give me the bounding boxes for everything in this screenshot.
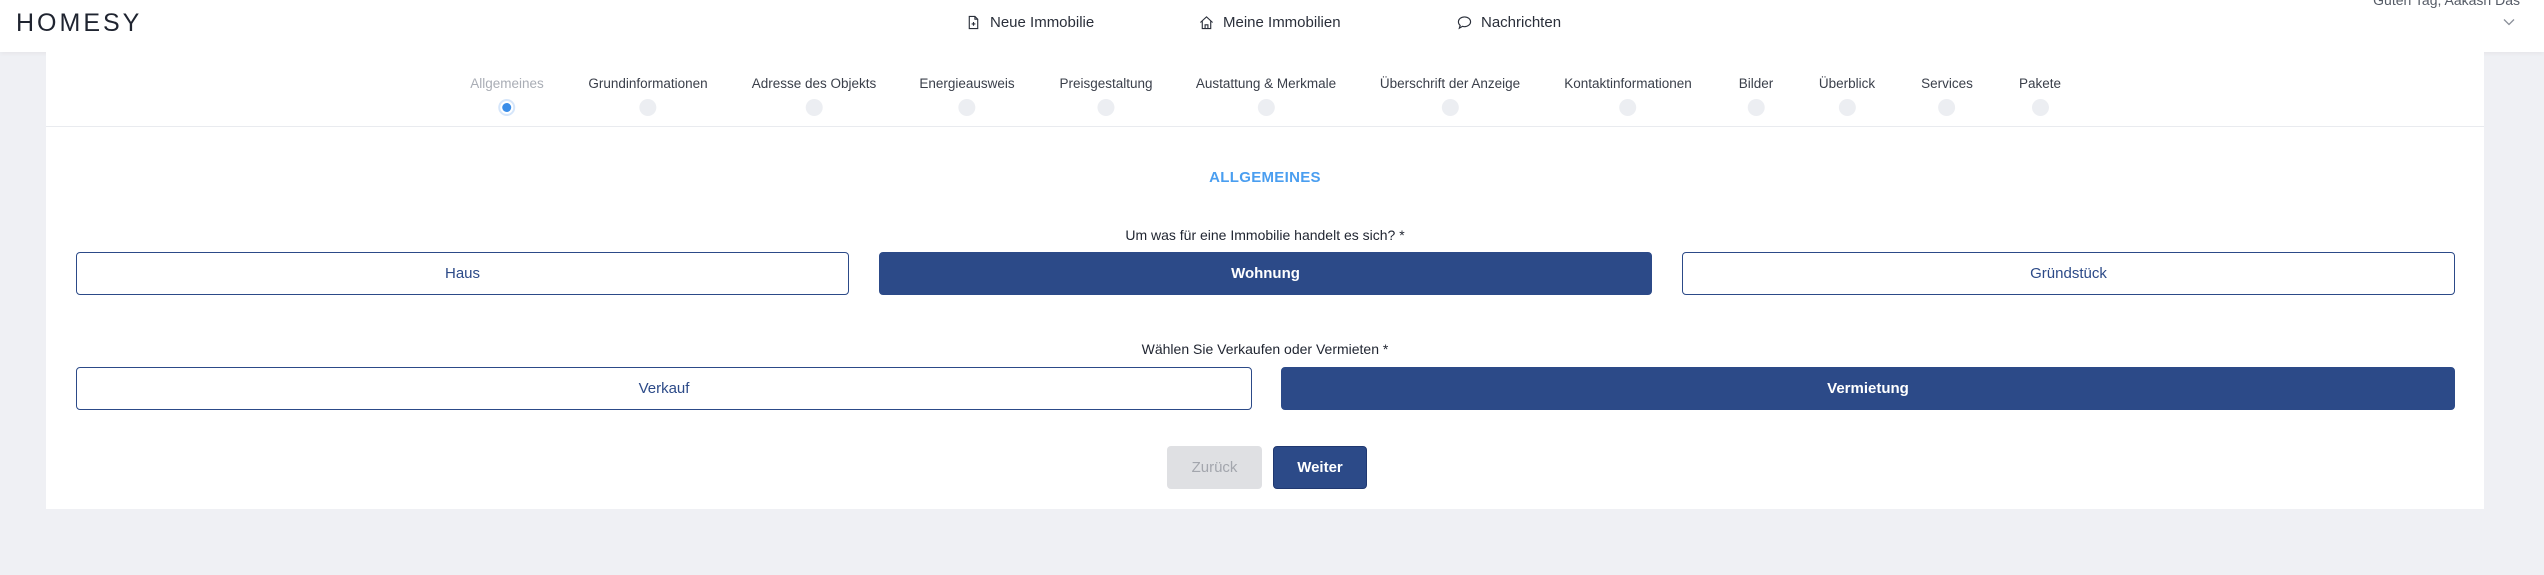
step-label: Kontaktinformationen — [1564, 76, 1692, 91]
step-label: Allgemeines — [470, 76, 544, 91]
main-nav: Neue Immobilie Meine Immobilien Nachrich… — [0, 14, 2544, 34]
step-preisgestaltung[interactable]: Preisgestaltung — [1059, 76, 1153, 116]
step-indicator — [1257, 99, 1275, 116]
step-kontaktinformationen[interactable]: Kontaktinformationen — [1564, 76, 1692, 116]
step-indicator — [1747, 99, 1765, 116]
next-button[interactable]: Weiter — [1273, 446, 1367, 489]
step-indicator — [1097, 99, 1115, 116]
step-label: Preisgestaltung — [1059, 76, 1153, 91]
user-greeting[interactable]: Guten Tag, Aakash Das — [2373, 0, 2520, 8]
step-indicator — [1619, 99, 1637, 116]
step-indicator — [1441, 99, 1459, 116]
option-vermietung[interactable]: Vermietung — [1281, 367, 2455, 410]
step-label: Bilder — [1738, 76, 1774, 91]
back-button[interactable]: Zurück — [1167, 446, 1262, 489]
step-indicator — [498, 99, 516, 116]
top-navigation-bar: HOMESY Neue Immobilie Meine Immobilien N… — [0, 0, 2544, 52]
step-label: Services — [1921, 76, 1973, 91]
step-label: Überblick — [1818, 76, 1876, 91]
step-indicator — [1838, 99, 1856, 116]
step-indicator — [2031, 99, 2049, 116]
stepper-divider — [46, 126, 2484, 127]
option-haus[interactable]: Haus — [76, 252, 849, 295]
nav-new-property-label: Neue Immobilie — [990, 14, 1095, 31]
step-label: Grundinformationen — [588, 76, 708, 91]
step-indicator — [1938, 99, 1956, 116]
option-wohnung[interactable]: Wohnung — [879, 252, 1652, 295]
step-indicator — [958, 99, 976, 116]
step-label: Überschrift der Anzeige — [1379, 76, 1521, 91]
option-grundstueck[interactable]: Gründstück — [1682, 252, 2455, 295]
section-title: ALLGEMEINES — [1209, 169, 1321, 186]
step-indicator — [639, 99, 657, 116]
step-label: Austattung & Merkmale — [1195, 76, 1337, 91]
step-bilder[interactable]: Bilder — [1738, 76, 1774, 116]
step-label: Pakete — [2018, 76, 2062, 91]
step-ausstattung[interactable]: Austattung & Merkmale — [1196, 76, 1336, 116]
offer-type-question: Wählen Sie Verkaufen oder Vermieten * — [1141, 341, 1389, 357]
step-ueberblick[interactable]: Überblick — [1819, 76, 1875, 116]
step-pakete[interactable]: Pakete — [2019, 76, 2061, 116]
chevron-down-icon[interactable] — [2503, 18, 2515, 26]
nav-my-properties[interactable]: Meine Immobilien — [1199, 14, 1341, 31]
step-indicator — [805, 99, 823, 116]
step-ueberschrift[interactable]: Überschrift der Anzeige — [1380, 76, 1520, 116]
listing-form-card: Allgemeines Grundinformationen Adresse d… — [46, 52, 2484, 509]
step-allgemeines[interactable]: Allgemeines — [470, 76, 544, 116]
step-label: Adresse des Objekts — [751, 76, 877, 91]
step-label: Energieausweis — [919, 76, 1015, 91]
nav-new-property[interactable]: Neue Immobilie — [966, 14, 1094, 31]
step-grundinformationen[interactable]: Grundinformationen — [588, 76, 708, 116]
step-energieausweis[interactable]: Energieausweis — [919, 76, 1015, 116]
home-icon — [1200, 16, 1213, 30]
property-type-question: Um was für eine Immobilie handelt es sic… — [1125, 227, 1405, 243]
option-verkauf[interactable]: Verkauf — [76, 367, 1252, 410]
document-plus-icon — [968, 15, 979, 30]
step-adresse[interactable]: Adresse des Objekts — [751, 76, 877, 116]
nav-messages[interactable]: Nachrichten — [1457, 14, 1561, 31]
step-services[interactable]: Services — [1921, 76, 1973, 116]
chat-bubble-icon — [1457, 16, 1472, 30]
nav-my-properties-label: Meine Immobilien — [1223, 14, 1341, 31]
nav-messages-label: Nachrichten — [1481, 14, 1562, 31]
